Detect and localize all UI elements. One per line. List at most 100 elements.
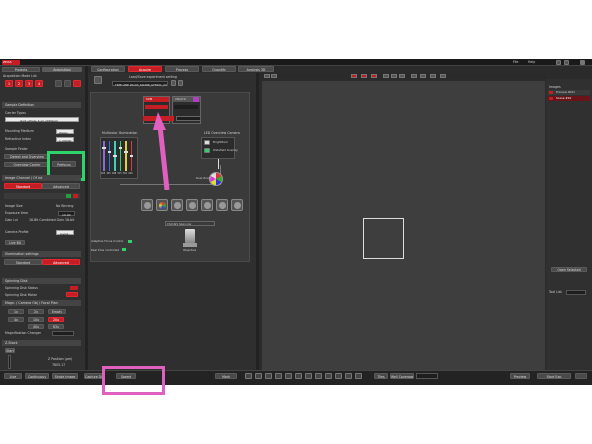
view-tool-12-icon[interactable] <box>440 74 446 78</box>
z-start-button[interactable]: Start <box>5 348 15 353</box>
channel-select-1[interactable] <box>145 105 168 109</box>
spinning-motor-toggle[interactable] <box>66 292 78 297</box>
bottom-tool-9-icon[interactable] <box>325 373 332 379</box>
mark-button[interactable]: Mark <box>215 373 237 379</box>
mag-button-63x[interactable]: 63x <box>48 324 64 329</box>
mag-button-1x[interactable]: 1x <box>8 309 24 314</box>
view-tool-10-icon[interactable] <box>420 74 426 78</box>
laser-line-445[interactable] <box>108 141 110 171</box>
prism-dropdown[interactable] <box>165 221 215 226</box>
bottom-close-button[interactable] <box>575 373 587 379</box>
section-sample-definition[interactable]: Sample Definition <box>2 102 81 108</box>
tab-analysis-3d[interactable]: Analysis 3D <box>238 66 274 72</box>
tool-list-select[interactable] <box>566 290 586 295</box>
experiment-options-icon[interactable] <box>178 80 183 86</box>
bottom-tool-7-icon[interactable] <box>305 373 312 379</box>
bottom-tool-1-icon[interactable] <box>245 373 252 379</box>
laser-knob-561[interactable] <box>124 151 128 153</box>
section-illumination[interactable]: Illumination settings <box>2 251 81 257</box>
bottom-tool-12-icon[interactable] <box>355 373 362 379</box>
mag-changer-select[interactable] <box>52 331 74 336</box>
laser-knob-640[interactable] <box>129 155 133 157</box>
mode-extra-button[interactable] <box>64 80 71 87</box>
camera-profile-select[interactable]: Cam1 <box>56 230 74 236</box>
optic-element-7-icon[interactable] <box>231 199 243 211</box>
laser-line-405[interactable] <box>103 141 105 171</box>
tab-process[interactable]: Process <box>165 66 199 72</box>
optic-element-4-icon[interactable] <box>186 199 198 211</box>
tab-configuration[interactable]: Configuration <box>91 66 125 72</box>
live-button[interactable]: Live <box>4 373 22 379</box>
laser-knob-515[interactable] <box>118 147 122 149</box>
bottom-tool-6-icon[interactable] <box>295 373 302 379</box>
mounting-select[interactable]: Water <box>56 129 74 135</box>
optic-element-3-icon[interactable] <box>171 199 183 211</box>
section-magnification[interactable]: Magn. / Camera Obj / Focal Plan <box>2 300 81 306</box>
tab-acquire[interactable]: Acquire <box>128 66 162 72</box>
mode-close-button[interactable] <box>73 80 81 87</box>
window-minimize-icon[interactable] <box>556 60 561 65</box>
channel-red-swatch[interactable] <box>73 194 78 198</box>
capture-dir-button[interactable]: Capture Dir <box>84 373 104 379</box>
channel-green-swatch[interactable] <box>66 194 71 198</box>
section-z-stack[interactable]: Z-Stack <box>2 340 81 346</box>
brightfield-icon[interactable] <box>204 140 210 145</box>
tab-acquisition[interactable]: Acquisition <box>42 67 82 72</box>
laser-knob-405[interactable] <box>102 147 106 149</box>
view-tool-9-icon[interactable] <box>411 74 417 78</box>
illumination-advanced[interactable]: Advanced <box>42 259 80 265</box>
optic-element-1-icon[interactable] <box>141 199 153 211</box>
optic-element-5-icon[interactable] <box>201 199 213 211</box>
optic-element-2-icon[interactable] <box>156 199 168 211</box>
bottom-tool-2-icon[interactable] <box>255 373 262 379</box>
view-tool-8-icon[interactable] <box>399 74 405 78</box>
mode-button-3[interactable]: 3 <box>25 80 33 87</box>
mag-button-empty[interactable]: Empty <box>48 309 66 314</box>
mode-button-1[interactable]: 1 <box>5 80 13 87</box>
workflow-splitter[interactable] <box>256 73 259 370</box>
detect-overview-button[interactable]: Detect and Overview <box>4 154 50 159</box>
channel-select-2[interactable] <box>174 105 198 109</box>
mag-button-2x[interactable]: 2x <box>28 309 44 314</box>
view-tool-7-icon[interactable] <box>391 74 397 78</box>
mag-button-4x[interactable]: 4x <box>8 317 24 322</box>
mode-button-4[interactable]: 4 <box>35 80 43 87</box>
experiment-select[interactable]: TIME LINE 20x03_SI0488_GFP201_03AUG.czex… <box>112 81 168 87</box>
bottom-tool-8-icon[interactable] <box>315 373 322 379</box>
menu-file[interactable]: File <box>513 60 518 64</box>
view-tool-1-icon[interactable] <box>264 74 270 78</box>
overview-carrier-button[interactable]: Overview Carrier <box>4 162 50 167</box>
start-experiment-button[interactable]: Start Exp <box>537 373 571 379</box>
laser-line-515[interactable] <box>119 141 121 171</box>
mag-button-20x[interactable]: 20x <box>48 317 64 322</box>
tab-quantify[interactable]: Quantify <box>202 66 236 72</box>
live-bit-button[interactable]: Live Bit <box>5 240 25 245</box>
tiles-button[interactable]: Tiles <box>374 373 388 379</box>
laser-line-561[interactable] <box>125 141 127 171</box>
single-image-button[interactable]: Single Image <box>52 373 78 379</box>
preview-button[interactable]: Preview <box>510 373 530 379</box>
view-tool-5-icon[interactable] <box>371 74 377 78</box>
menu-help[interactable]: Help <box>528 60 535 64</box>
bottom-tool-4-icon[interactable] <box>275 373 282 379</box>
mode-button-2[interactable]: 2 <box>15 80 23 87</box>
view-tool-3-icon[interactable] <box>351 74 357 78</box>
window-maximize-icon[interactable] <box>564 60 569 65</box>
window-close-icon[interactable] <box>580 60 585 65</box>
view-tool-4-icon[interactable] <box>361 74 367 78</box>
laser-knob-488[interactable] <box>113 155 117 157</box>
carrier-select[interactable]: Ibidi µPlate 4um (96Well) <box>5 117 79 123</box>
mag-button-40x[interactable]: 40x <box>28 324 44 329</box>
open-selected-button[interactable]: Open Selected <box>551 267 587 272</box>
tab-projects[interactable]: Projects <box>2 67 40 72</box>
well-coverage-button[interactable]: Well Coverage <box>390 373 414 379</box>
z-focus-track[interactable] <box>8 355 11 369</box>
section-image-channel[interactable]: Image Channel / Of Int <box>2 175 81 181</box>
refractive-input[interactable]: 1.33000 <box>56 137 74 143</box>
exposure-input[interactable]: 10.00 <box>58 211 75 217</box>
optic-element-6-icon[interactable] <box>216 199 228 211</box>
bottom-tool-5-icon[interactable] <box>285 373 292 379</box>
objective-icon[interactable] <box>185 229 195 243</box>
tab-standard[interactable]: Standard <box>4 183 42 189</box>
widefield-icon[interactable] <box>204 148 210 153</box>
